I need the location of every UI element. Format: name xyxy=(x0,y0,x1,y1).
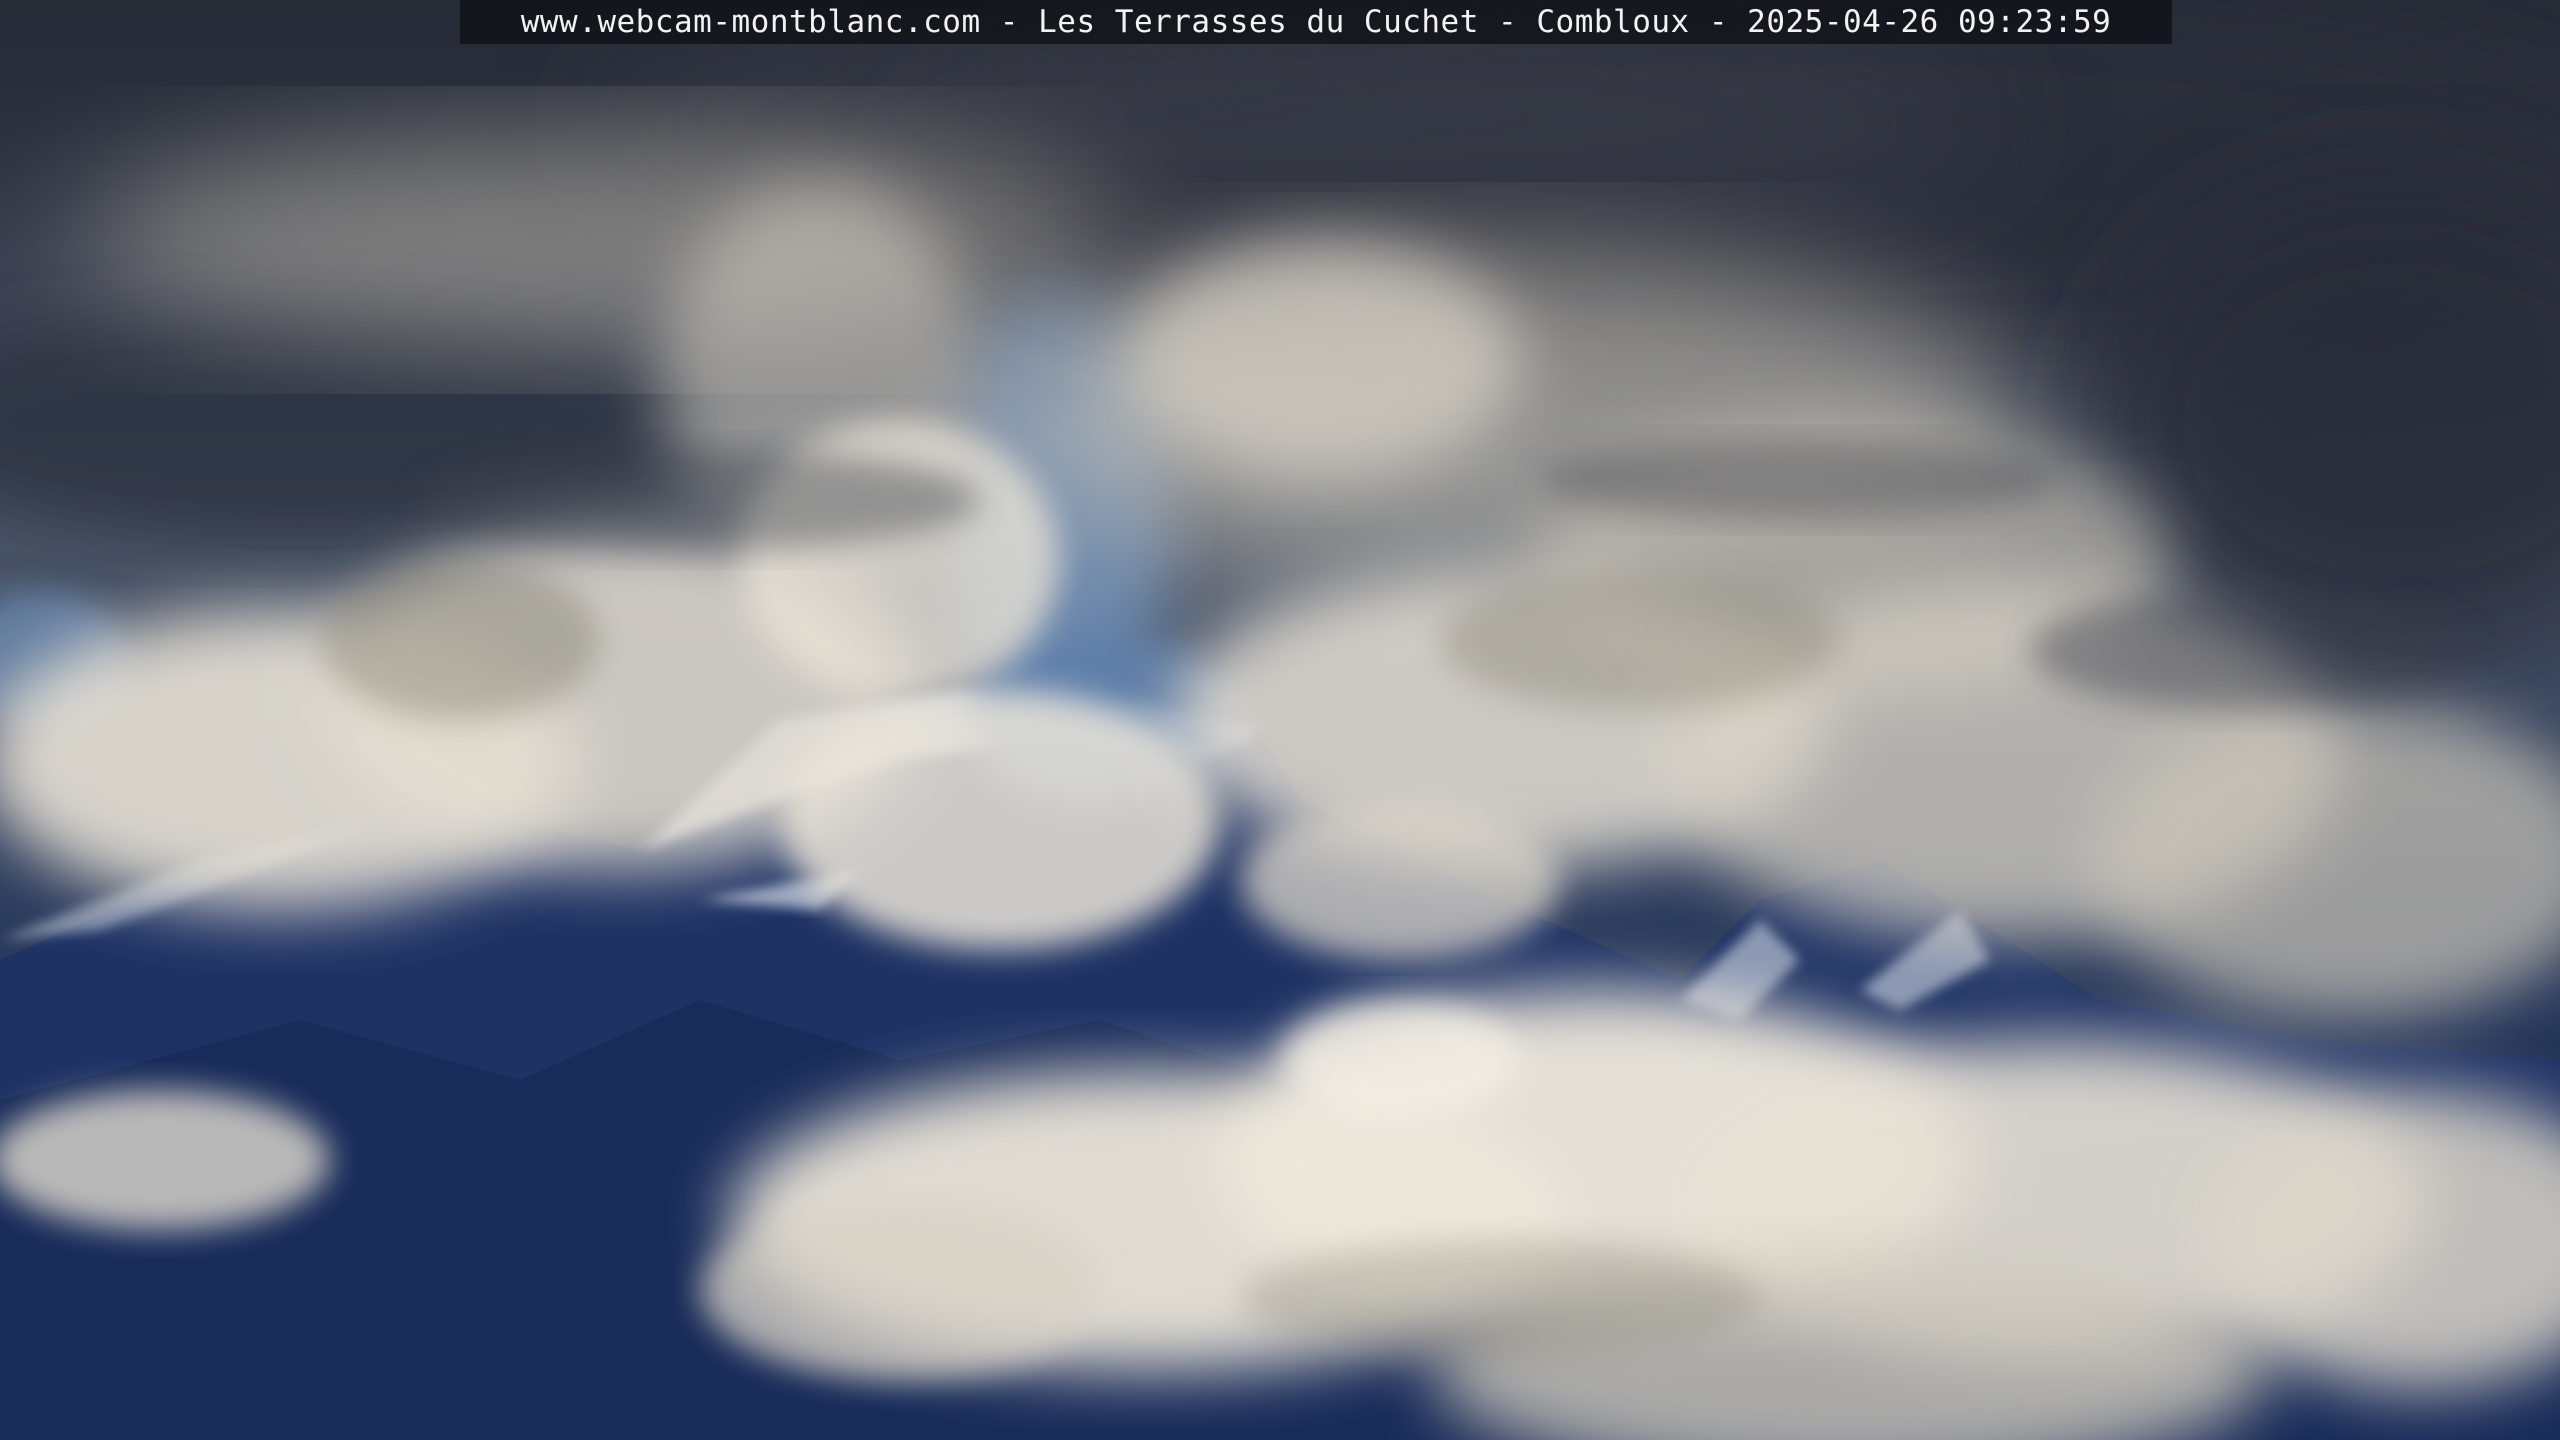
webcam-caption-bar: www.webcam-montblanc.com - Les Terrasses… xyxy=(460,0,2172,44)
webcam-caption: www.webcam-montblanc.com - Les Terrasses… xyxy=(520,4,2112,40)
webcam-view: www.webcam-montblanc.com - Les Terrasses… xyxy=(0,0,2560,1440)
webcam-photo xyxy=(0,0,2560,1440)
